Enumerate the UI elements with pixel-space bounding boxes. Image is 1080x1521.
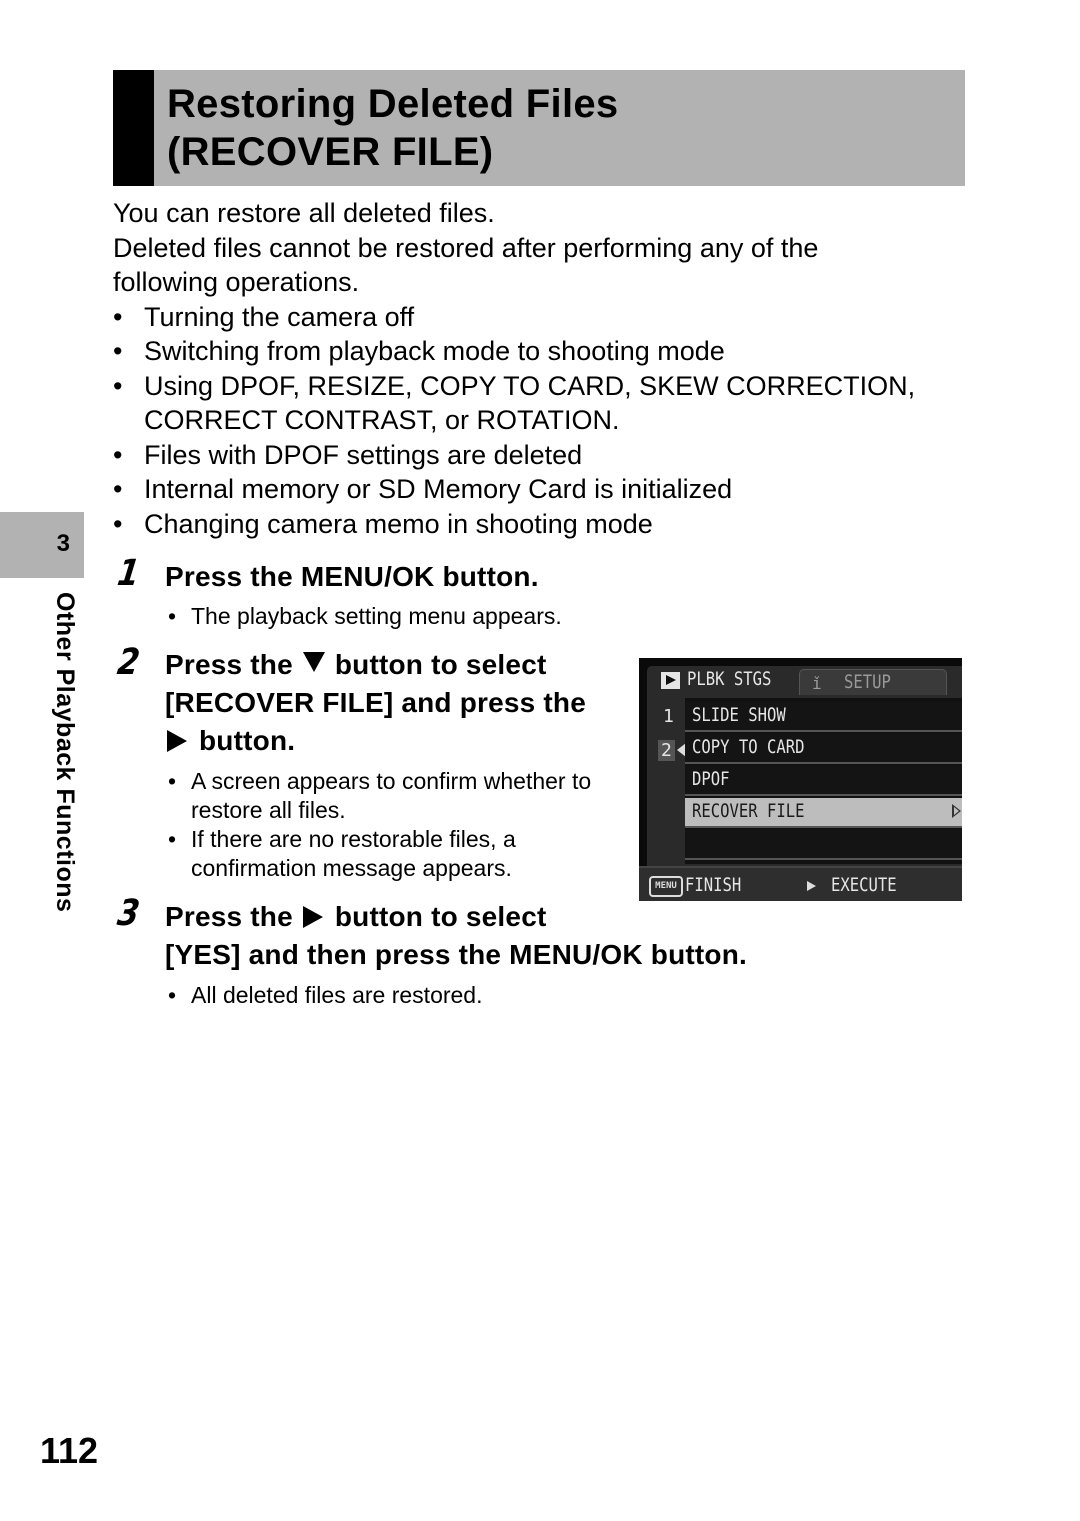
menu-button-icon: MENU [649, 876, 683, 897]
title-line-2: (RECOVER FILE) [167, 130, 494, 174]
page-title: Restoring Deleted Files (RECOVER FILE) [167, 80, 618, 176]
right-arrow-button-icon [167, 730, 187, 752]
step-number-3: 3 [114, 893, 143, 934]
note-item: • All deleted files are restored. [168, 982, 483, 1008]
intro-line-2: Deleted files cannot be restored after p… [113, 232, 819, 298]
title-accent-bar [113, 70, 154, 186]
down-arrow-button-icon [302, 652, 325, 672]
chapter-label: Other Playback Functions [51, 592, 79, 913]
intro-line-1: You can restore all deleted files. [113, 198, 495, 228]
menu-item-copy-to-card: COPY TO CARD [685, 734, 962, 764]
menu-list: SLIDE SHOW COPY TO CARD DPOF RECOVER FIL… [685, 698, 962, 864]
menu-item-recover-file: RECOVER FILE [685, 798, 962, 828]
camera-menu-screenshot: PLBK STGS ǐ SETUP 1 2 SLIDE SHOW COPY TO… [639, 658, 962, 901]
step-number-2: 2 [114, 642, 143, 683]
menu-item-empty [685, 830, 962, 860]
step-3-notes: • All deleted files are restored. [168, 981, 483, 1010]
menu-footer: MENU FINISH EXECUTE [639, 866, 962, 901]
step-2-notes: • A screen appears to confirm whether to … [168, 767, 618, 883]
list-item: • Using DPOF, RESIZE, COPY TO CARD, SKEW … [113, 370, 916, 436]
list-item: • Turning the camera off [113, 301, 415, 332]
note-item: • A screen appears to confirm whether to … [168, 768, 592, 823]
tab-playback-settings: PLBK STGS [647, 666, 793, 694]
chapter-number: 3 [56, 530, 70, 557]
play-icon [661, 672, 680, 689]
section-title-banner: Restoring Deleted Files (RECOVER FILE) [113, 70, 965, 186]
wrench-icon: ǐ [812, 674, 822, 693]
title-line-1: Restoring Deleted Files [167, 82, 619, 126]
page-number: 112 [40, 1430, 99, 1471]
menu-item-slide-show: SLIDE SHOW [685, 702, 962, 732]
chapter-tab: 3 [0, 512, 84, 578]
step-number-1: 1 [114, 553, 143, 594]
finish-label: FINISH [685, 874, 742, 896]
page-number-1: 1 [663, 706, 674, 727]
step-1-notes: • The playback setting menu appears. [168, 602, 562, 631]
step-2-heading: Press the button to select [RECOVER FILE… [165, 649, 586, 756]
page-number-2: 2 [658, 740, 675, 761]
list-item: • Files with DPOF settings are deleted [113, 439, 583, 470]
list-item: • Internal memory or SD Memory Card is in… [113, 474, 733, 504]
intro-section: You can restore all deleted files. Delet… [113, 196, 973, 541]
menu-item-dpof: DPOF [685, 766, 962, 796]
execute-label: EXECUTE [831, 874, 897, 896]
list-item: • Changing camera memo in shooting mode [113, 508, 653, 539]
step-3-heading: Press the button to select [YES] and the… [165, 901, 748, 970]
note-item: • The playback setting menu appears. [168, 603, 562, 629]
restriction-list: • Turning the camera off • Switching from … [113, 300, 973, 542]
right-arrow-button-icon [302, 906, 323, 928]
step-1-heading: Press the MENU/OK button. [165, 561, 539, 592]
note-item: • If there are no restorable files, a con… [168, 826, 516, 881]
execute-arrow-icon [807, 881, 816, 891]
right-arrow-icon [952, 804, 961, 818]
list-item: • Switching from playback mode to shootin… [113, 336, 725, 366]
tab-setup: ǐ SETUP [799, 669, 947, 695]
